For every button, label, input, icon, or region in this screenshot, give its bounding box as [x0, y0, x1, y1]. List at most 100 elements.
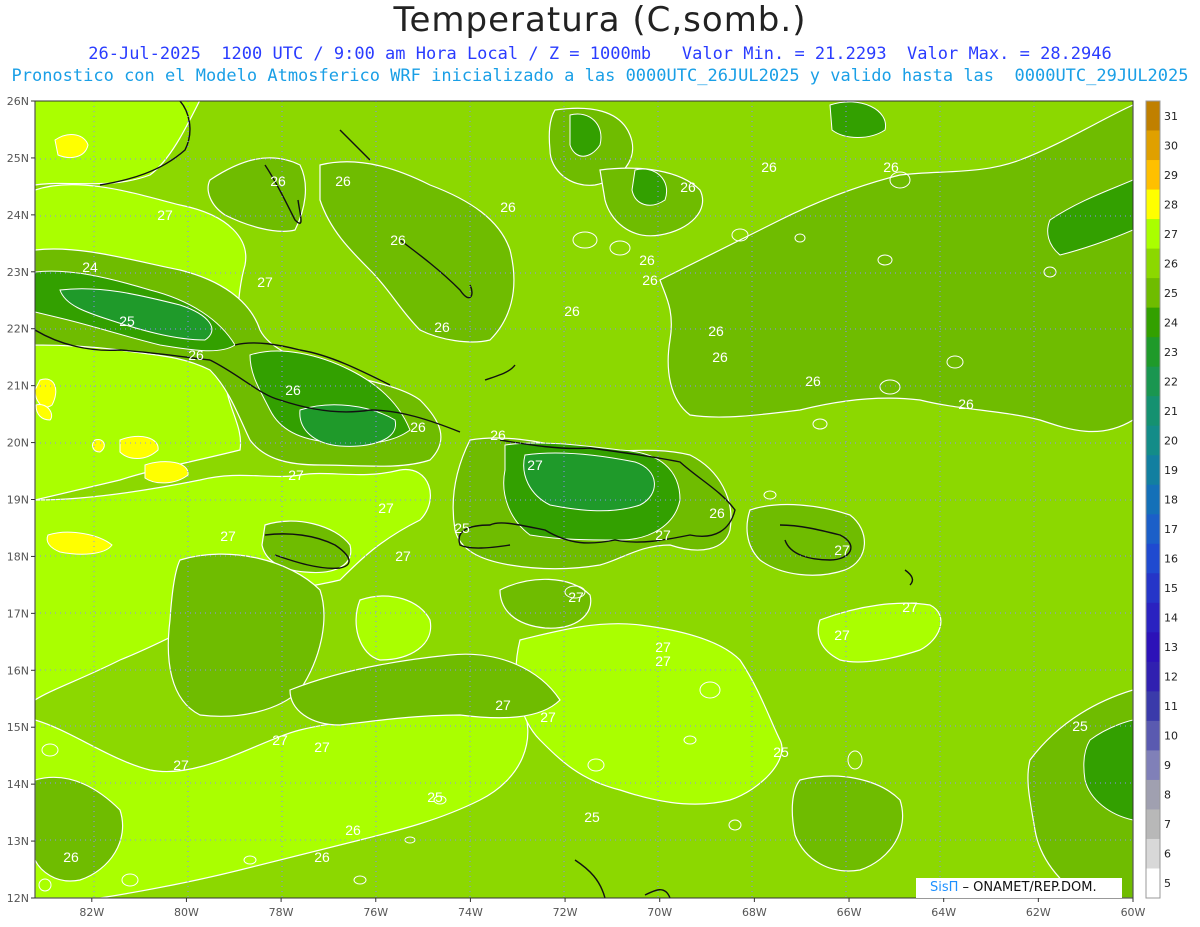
- colorbar-label: 16: [1164, 553, 1178, 566]
- colorbar-swatch: [1146, 337, 1160, 368]
- colorbar-label: 24: [1164, 316, 1178, 329]
- colorbar-swatch: [1146, 661, 1160, 692]
- colorbar-swatch: [1146, 838, 1160, 869]
- x-tick-label-80w: 80W: [174, 906, 199, 919]
- x-tick-label-60w: 60W: [1121, 906, 1146, 919]
- colorbar-swatch: [1146, 248, 1160, 279]
- y-tick-label-22n: 22N: [7, 323, 29, 336]
- colorbar-label: 28: [1164, 198, 1178, 211]
- contour-label: 27: [272, 732, 288, 748]
- colorbar-label: 27: [1164, 228, 1178, 241]
- colorbar-label: 12: [1164, 671, 1178, 684]
- contour-label: 26: [500, 199, 516, 215]
- x-tick-label-70w: 70W: [647, 906, 672, 919]
- colorbar-label: 21: [1164, 405, 1178, 418]
- contour-label: 26: [63, 849, 79, 865]
- contour-label: 26: [805, 373, 821, 389]
- contour-label: 27: [157, 207, 173, 223]
- contour-label: 26: [314, 849, 330, 865]
- contour-label: 26: [285, 382, 301, 398]
- colorbar-swatch: [1146, 278, 1160, 309]
- colorbar-swatch: [1146, 130, 1160, 161]
- colorbar-label: 15: [1164, 582, 1178, 595]
- contour-label: 25: [1072, 718, 1088, 734]
- colorbar-label: 14: [1164, 612, 1178, 625]
- contour-label: 24: [82, 259, 98, 275]
- contour-label: 26: [883, 159, 899, 175]
- contour-label: 27: [220, 528, 236, 544]
- colorbar-swatch: [1146, 809, 1160, 840]
- colorbar-swatch: [1146, 189, 1160, 220]
- colorbar-swatch: [1146, 602, 1160, 633]
- temperature-map: 24 25 26 26 26 26 26 26 26 26 26 26 26 26 26 26 26 26 26 26…: [7, 95, 1178, 919]
- contour-label: 26: [345, 822, 361, 838]
- contour-label: 27: [495, 697, 511, 713]
- contour-label: 26: [708, 323, 724, 339]
- colorbar-label: 6: [1164, 848, 1171, 861]
- contour-label: 27: [257, 274, 273, 290]
- contour-label: 27: [655, 527, 671, 543]
- y-tick-label-21n: 21N: [7, 380, 29, 393]
- contour-label: 26: [410, 419, 426, 435]
- x-tick-label-64w: 64W: [931, 906, 956, 919]
- y-tick-label-13n: 13N: [7, 835, 29, 848]
- colorbar-swatch: [1146, 750, 1160, 781]
- colorbar-swatch: [1146, 455, 1160, 486]
- colorbar-swatch: [1146, 573, 1160, 604]
- contour-label: 27: [378, 500, 394, 516]
- x-axis-ticks: 82W 80W 78W 76W 74W 72W 70W 68W 66W 64W 62W 60W: [79, 898, 1146, 919]
- contour-label: 26: [761, 159, 777, 175]
- y-tick-label-15n: 15N: [7, 721, 29, 734]
- colorbar-label: 9: [1164, 759, 1171, 772]
- y-tick-label-23n: 23N: [7, 266, 29, 279]
- contour-label: 26: [434, 319, 450, 335]
- colorbar-swatch: [1146, 543, 1160, 574]
- contour-label: 26: [712, 349, 728, 365]
- colorbar-label: 29: [1164, 169, 1178, 182]
- contour-label: 25: [584, 809, 600, 825]
- contour-label: 27: [655, 653, 671, 669]
- colorbar-label: 19: [1164, 464, 1178, 477]
- colorbar-swatch: [1146, 160, 1160, 191]
- y-tick-label-17n: 17N: [7, 607, 29, 620]
- contour-label: 26: [642, 272, 658, 288]
- contour-label: 26: [335, 173, 351, 189]
- contour-label: 27: [314, 739, 330, 755]
- y-tick-label-25n: 25N: [7, 152, 29, 165]
- x-tick-label-66w: 66W: [837, 906, 862, 919]
- y-tick-label-14n: 14N: [7, 778, 29, 791]
- x-tick-label-72w: 72W: [553, 906, 578, 919]
- credit-box: SisΠ – ONAMET/REP.DOM.: [916, 878, 1122, 898]
- contour-label: 26: [188, 347, 204, 363]
- colorbar-label: 5: [1164, 877, 1171, 890]
- colorbar-label: 13: [1164, 641, 1178, 654]
- colorbar-swatch: [1146, 219, 1160, 250]
- contour-label: 25: [773, 744, 789, 760]
- x-tick-label-76w: 76W: [363, 906, 388, 919]
- contour-label: 25: [119, 313, 135, 329]
- contour-label: 26: [680, 179, 696, 195]
- colorbar-label: 18: [1164, 494, 1178, 507]
- contour-label: 26: [390, 232, 406, 248]
- colorbar: 31 30 29 28 27 26 25 24 23 22 21 20 19 18 17 16 15 14 13 12…: [1145, 100, 1178, 899]
- colorbar-swatch: [1146, 632, 1160, 663]
- x-tick-label-82w: 82W: [79, 906, 104, 919]
- y-tick-label-16n: 16N: [7, 664, 29, 677]
- sispi-logo: SisΠ: [930, 880, 959, 895]
- contour-label: 27: [834, 627, 850, 643]
- colorbar-swatch: [1146, 484, 1160, 515]
- colorbar-label: 25: [1164, 287, 1178, 300]
- y-tick-label-24n: 24N: [7, 209, 29, 222]
- colorbar-swatch: [1146, 514, 1160, 545]
- temperature-field: 24 25 26 26 26 26 26 26 26 26 26 26 26 26 26 26 26 26 26 26…: [35, 101, 1133, 898]
- colorbar-label: 17: [1164, 523, 1178, 536]
- colorbar-swatch: [1146, 366, 1160, 397]
- colorbar-swatch: [1146, 396, 1160, 427]
- contour-label: 25: [427, 789, 443, 805]
- colorbar-label: 11: [1164, 700, 1178, 713]
- contour-label: 27: [902, 599, 918, 615]
- colorbar-label: 7: [1164, 818, 1171, 831]
- colorbar-label: 22: [1164, 375, 1178, 388]
- colorbar-label: 31: [1164, 110, 1178, 123]
- x-tick-label-62w: 62W: [1026, 906, 1051, 919]
